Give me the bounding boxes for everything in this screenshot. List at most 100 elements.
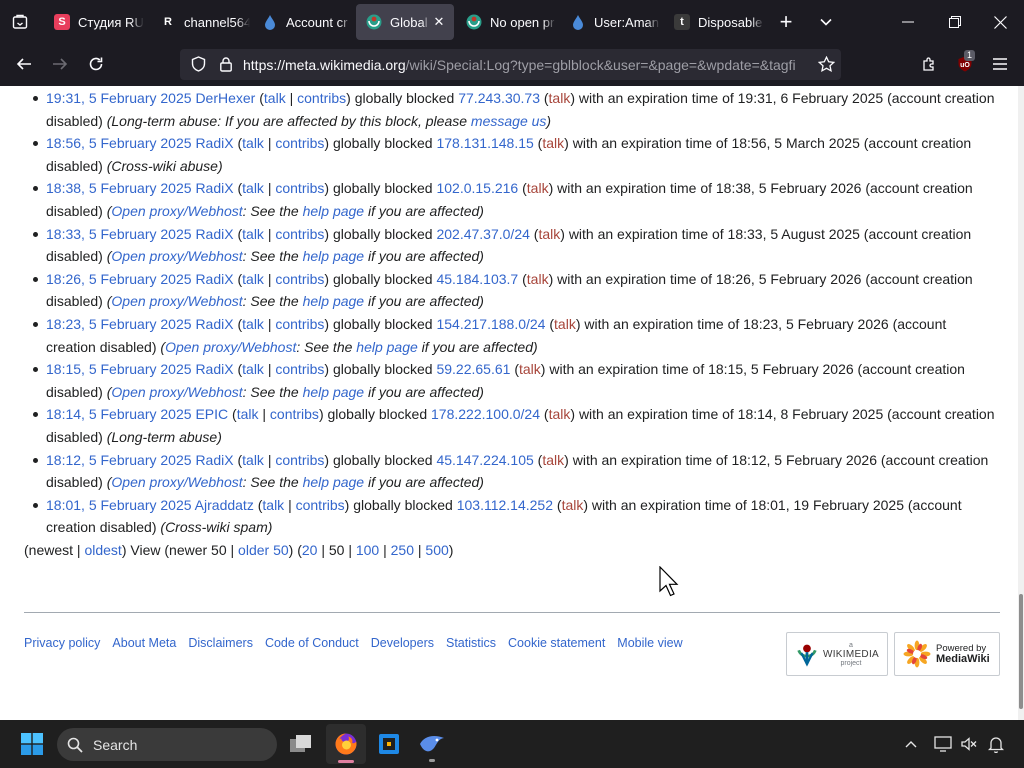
log-timestamp-link[interactable]: 18:12, 5 February 2025 [46, 452, 192, 468]
blocked-target-link[interactable]: 103.112.14.252 [457, 497, 553, 513]
footer-link[interactable]: Code of Conduct [265, 636, 359, 650]
open-proxy-policy-link[interactable]: Open proxy/Webhost [111, 384, 242, 400]
target-talk-link[interactable]: talk [562, 497, 584, 513]
blocked-target-link[interactable]: 178.131.148.15 [436, 135, 533, 151]
open-proxy-policy-link[interactable]: Open proxy/Webhost [111, 293, 242, 309]
footer-link[interactable]: Statistics [446, 636, 496, 650]
ublock-shield-icon[interactable]: uO 1 [953, 50, 977, 76]
new-tab-icon[interactable]: + [774, 9, 798, 34]
blocked-target-link[interactable]: 178.222.100.0/24 [431, 406, 540, 422]
help-page-link[interactable]: help page [303, 293, 365, 309]
windows-start-icon[interactable] [20, 732, 44, 756]
close-window-icon[interactable] [988, 10, 1012, 34]
user-talk-link[interactable]: talk [242, 180, 264, 196]
user-contribs-link[interactable]: contribs [275, 226, 324, 242]
user-talk-link[interactable]: talk [242, 316, 264, 332]
close-tab-icon[interactable]: ✕ [430, 14, 448, 30]
log-timestamp-link[interactable]: 18:01, 5 February 2025 [46, 497, 192, 513]
footer-link[interactable]: Disclaimers [188, 636, 253, 650]
frame-app-taskbar-icon[interactable] [375, 729, 403, 759]
pager-limit-250[interactable]: 250 [391, 542, 414, 558]
log-user-link[interactable]: RadiX [195, 271, 233, 287]
page-scrollbar[interactable] [1018, 86, 1024, 720]
log-user-link[interactable]: RadiX [195, 135, 233, 151]
pager-oldest-link[interactable]: oldest [84, 542, 121, 558]
footer-link[interactable]: Cookie statement [508, 636, 605, 650]
open-proxy-policy-link[interactable]: Open proxy/Webhost [165, 339, 296, 355]
open-proxy-policy-link[interactable]: Open proxy/Webhost [111, 474, 242, 490]
open-proxy-policy-link[interactable]: Open proxy/Webhost [111, 203, 242, 219]
network-icon[interactable] [932, 732, 954, 756]
help-page-link[interactable]: help page [303, 474, 365, 490]
log-timestamp-link[interactable]: 19:31, 5 February 2025 [46, 90, 192, 106]
target-talk-link[interactable]: talk [549, 406, 571, 422]
tab-7[interactable]: t Disposable [664, 4, 764, 40]
user-contribs-link[interactable]: contribs [297, 90, 346, 106]
user-talk-link[interactable]: talk [264, 90, 286, 106]
target-talk-link[interactable]: talk [542, 452, 564, 468]
target-talk-link[interactable]: talk [527, 271, 549, 287]
user-contribs-link[interactable]: contribs [296, 497, 345, 513]
target-talk-link[interactable]: talk [542, 135, 564, 151]
target-talk-link[interactable]: talk [549, 90, 571, 106]
blocked-target-link[interactable]: 202.47.37.0/24 [436, 226, 529, 242]
tab-list-chevron-down-icon[interactable] [814, 10, 838, 34]
tab-4[interactable]: Global b✕ [356, 4, 454, 40]
user-talk-link[interactable]: talk [237, 406, 259, 422]
target-talk-link[interactable]: talk [538, 226, 560, 242]
tab-overview-icon[interactable] [8, 10, 32, 34]
user-talk-link[interactable]: talk [242, 452, 264, 468]
user-talk-link[interactable]: talk [262, 497, 284, 513]
lock-icon[interactable] [216, 54, 236, 74]
help-page-link[interactable]: help page [303, 248, 365, 264]
log-user-link[interactable]: Ajraddatz [195, 497, 254, 513]
blocked-target-link[interactable]: 59.22.65.61 [436, 361, 510, 377]
hamburger-menu-icon[interactable] [988, 52, 1012, 76]
user-contribs-link[interactable]: contribs [275, 271, 324, 287]
pager-limit-500[interactable]: 500 [425, 542, 448, 558]
powered-by-mediawiki-badge[interactable]: Powered by MediaWiki [894, 632, 1000, 676]
user-contribs-link[interactable]: contribs [275, 135, 324, 151]
minimize-icon[interactable] [896, 10, 920, 34]
log-user-link[interactable]: RadiX [195, 180, 233, 196]
log-timestamp-link[interactable]: 18:33, 5 February 2025 [46, 226, 192, 242]
help-page-link[interactable]: help page [356, 339, 418, 355]
forward-arrow-icon[interactable] [48, 52, 72, 76]
tab-6[interactable]: User:Aman [560, 4, 660, 40]
log-user-link[interactable]: RadiX [195, 226, 233, 242]
footer-link[interactable]: Privacy policy [24, 636, 100, 650]
user-contribs-link[interactable]: contribs [275, 361, 324, 377]
target-talk-link[interactable]: talk [519, 361, 541, 377]
log-user-link[interactable]: RadiX [195, 452, 233, 468]
user-contribs-link[interactable]: contribs [275, 316, 324, 332]
user-talk-link[interactable]: talk [242, 361, 264, 377]
user-talk-link[interactable]: talk [242, 271, 264, 287]
user-contribs-link[interactable]: contribs [275, 180, 324, 196]
log-timestamp-link[interactable]: 18:38, 5 February 2025 [46, 180, 192, 196]
pager-limit-100[interactable]: 100 [356, 542, 379, 558]
bird-app-taskbar-icon[interactable] [418, 729, 446, 762]
scrollbar-thumb[interactable] [1019, 594, 1023, 709]
open-proxy-policy-link[interactable]: Open proxy/Webhost [111, 248, 242, 264]
restore-icon[interactable] [943, 10, 967, 34]
show-hidden-icons-chevron-up-icon[interactable] [900, 732, 922, 756]
bookmark-star-icon[interactable] [816, 54, 836, 74]
blocked-target-link[interactable]: 77.243.30.73 [458, 90, 540, 106]
wikimedia-project-badge[interactable]: a WIKIMEDIA project [786, 632, 888, 676]
log-timestamp-link[interactable]: 18:15, 5 February 2025 [46, 361, 192, 377]
target-talk-link[interactable]: talk [554, 316, 576, 332]
footer-link[interactable]: Mobile view [617, 636, 682, 650]
pager-older-link[interactable]: older 50 [238, 542, 289, 558]
log-timestamp-link[interactable]: 18:56, 5 February 2025 [46, 135, 192, 151]
pager-limit-20[interactable]: 20 [302, 542, 318, 558]
help-page-link[interactable]: help page [303, 384, 365, 400]
reload-icon[interactable] [84, 52, 108, 76]
footer-link[interactable]: About Meta [112, 636, 176, 650]
shield-icon[interactable] [188, 54, 208, 74]
log-user-link[interactable]: DerHexer [195, 90, 255, 106]
volume-muted-icon[interactable] [958, 732, 980, 756]
taskbar-search-box[interactable]: Search [57, 728, 277, 761]
help-page-link[interactable]: help page [303, 203, 365, 219]
address-bar[interactable]: https://meta.wikimedia.org/wiki/Special:… [180, 49, 841, 80]
footer-link[interactable]: Developers [371, 636, 434, 650]
